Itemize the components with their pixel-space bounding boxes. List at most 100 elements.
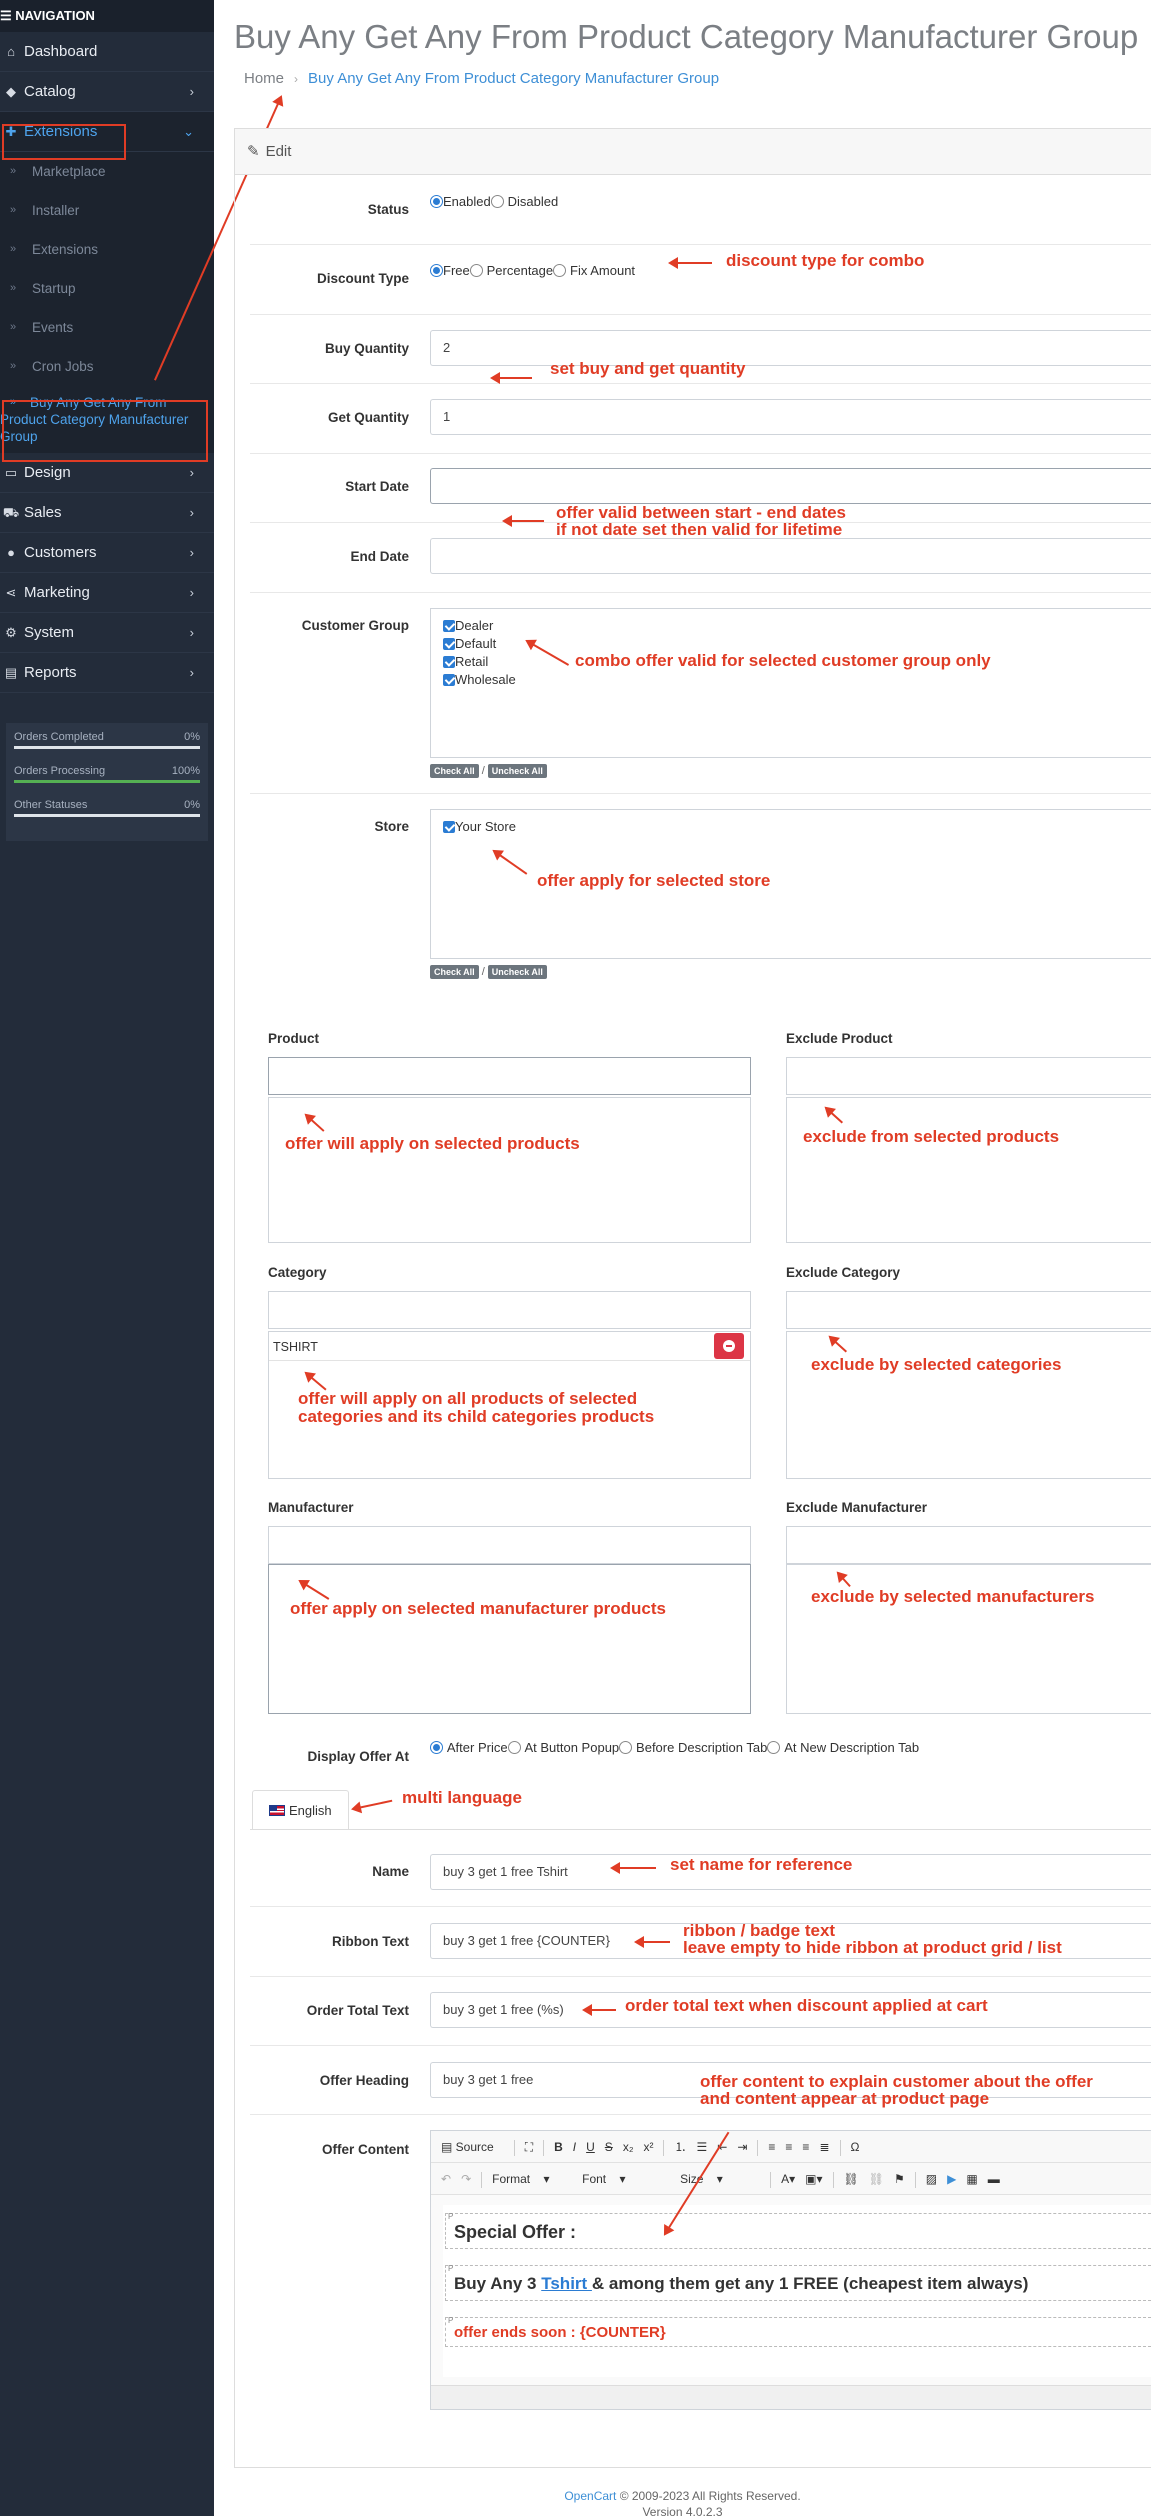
gear-icon: ⚙	[5, 625, 17, 640]
annotation: discount type for combo	[726, 251, 925, 270]
buy-quantity-input[interactable]: 2	[430, 330, 1151, 366]
product-search-input[interactable]	[268, 1057, 751, 1095]
store-your-store[interactable]: Your Store	[443, 818, 1151, 836]
sidebar-item-system[interactable]: ⚙ System ›	[0, 613, 214, 653]
status-radio-group: Enabled Disabled	[430, 193, 558, 209]
align-right-icon[interactable]: ≡	[802, 2131, 809, 2163]
video-icon[interactable]: ▶	[947, 2163, 956, 2195]
annotation: offer apply on selected manufacturer pro…	[290, 1599, 666, 1618]
hr-icon[interactable]: ▬	[988, 2163, 1000, 2195]
align-justify-icon[interactable]: ≣	[819, 2131, 829, 2163]
checkbox-checked-icon[interactable]	[443, 656, 455, 668]
status-disabled-radio[interactable]	[490, 195, 504, 208]
manufacturer-selected-list	[268, 1564, 751, 1714]
align-center-icon[interactable]: ≡	[785, 2131, 792, 2163]
display-before-desc-radio[interactable]	[619, 1741, 633, 1754]
annotation: exclude by selected categories	[811, 1355, 1062, 1374]
bg-color-icon[interactable]: ▣▾	[805, 2163, 822, 2195]
sidebar-item-reports[interactable]: ▤ Reports ›	[0, 653, 214, 693]
format-dropdown[interactable]: Format ▾	[492, 2163, 572, 2195]
customer-group-dealer[interactable]: Dealer	[443, 617, 1151, 635]
editor-body[interactable]: P Special Offer : P Buy Any 3 Tshirt & a…	[443, 2205, 1151, 2377]
font-dropdown[interactable]: Font ▾	[582, 2163, 670, 2195]
check-all-button[interactable]: Check All	[430, 764, 479, 778]
sidebar-sub-events[interactable]: » Events	[0, 308, 214, 347]
sidebar-item-customers[interactable]: ● Customers ›	[0, 533, 214, 573]
bold-icon[interactable]: B	[554, 2131, 563, 2163]
redo-icon[interactable]: ↷	[461, 2163, 471, 2195]
annotation: offer will apply on all products of sele…	[298, 1389, 638, 1408]
end-date-input[interactable]	[430, 538, 1151, 574]
start-date-label: Start Date	[345, 479, 409, 494]
exclude-category-search-input[interactable]	[786, 1291, 1151, 1329]
unlink-icon[interactable]: ⛓	[869, 2163, 884, 2195]
get-quantity-input[interactable]: 1	[430, 399, 1151, 435]
start-date-input[interactable]	[430, 468, 1151, 504]
status-enabled-radio[interactable]	[430, 195, 443, 208]
sidebar-sub-extensions[interactable]: » Extensions	[0, 230, 214, 269]
annotation: combo offer valid for selected customer …	[575, 651, 991, 670]
sidebar-sub-cron-jobs[interactable]: » Cron Jobs	[0, 347, 214, 386]
indent-icon[interactable]: ⇥	[737, 2131, 747, 2163]
source-button[interactable]: ▤ Source	[441, 2131, 504, 2163]
subscript-icon[interactable]: x₂	[623, 2131, 634, 2163]
exclude-product-selected-list	[786, 1097, 1151, 1243]
opencart-link[interactable]: OpenCart	[564, 2489, 616, 2503]
status-label: Status	[367, 202, 409, 217]
anchor-flag-icon[interactable]: ⚑	[894, 2163, 905, 2195]
checkbox-checked-icon[interactable]	[443, 638, 455, 650]
exclude-manufacturer-label: Exclude Manufacturer	[786, 1500, 928, 1515]
italic-icon[interactable]: I	[573, 2131, 576, 2163]
display-after-price-radio[interactable]	[430, 1741, 443, 1754]
discount-percentage-radio[interactable]	[469, 264, 483, 277]
exclude-category-selected-list	[786, 1331, 1151, 1479]
store-uncheck-all-button[interactable]: Uncheck All	[487, 965, 547, 979]
sidebar-item-marketing[interactable]: ⋖ Marketing ›	[0, 573, 214, 613]
text-color-icon[interactable]: A▾	[781, 2163, 795, 2195]
editor-status-bar	[431, 2385, 1151, 2409]
store-check-all-button[interactable]: Check All	[430, 965, 479, 979]
strike-icon[interactable]: S	[605, 2131, 613, 2163]
checkbox-checked-icon[interactable]	[443, 674, 455, 686]
display-offer-radio-group: After Price At Button Popup Before Descr…	[430, 1739, 919, 1755]
customer-group-wholesale[interactable]: Wholesale	[443, 671, 1151, 689]
chevron-right-icon: ›	[189, 625, 194, 640]
editor-link[interactable]: Tshirt	[541, 2274, 592, 2293]
exclude-product-search-input[interactable]	[786, 1057, 1151, 1095]
category-search-input[interactable]	[268, 1291, 751, 1329]
align-left-icon[interactable]: ≡	[768, 2131, 775, 2163]
checkbox-checked-icon[interactable]	[443, 821, 455, 833]
sidebar-item-sales[interactable]: ⛟ Sales ›	[0, 493, 214, 533]
remove-circle-icon[interactable]	[714, 1333, 744, 1359]
exclude-manufacturer-search-input[interactable]	[786, 1526, 1151, 1564]
sidebar-item-catalog[interactable]: ◆ Catalog ›	[0, 72, 214, 112]
underline-icon[interactable]: U	[586, 2131, 595, 2163]
display-new-desc-radio[interactable]	[767, 1741, 781, 1754]
sidebar-sub-startup[interactable]: » Startup	[0, 269, 214, 308]
sidebar-item-dashboard[interactable]: ⌂ Dashboard	[0, 32, 214, 72]
chart-icon: ▤	[4, 665, 18, 680]
uncheck-all-button[interactable]: Uncheck All	[487, 764, 547, 778]
sidebar-sub-installer[interactable]: » Installer	[0, 191, 214, 230]
breadcrumb-home[interactable]: Home	[244, 70, 284, 87]
annotation: exclude from selected products	[803, 1127, 1060, 1146]
breadcrumb-current[interactable]: Buy Any Get Any From Product Category Ma…	[308, 70, 719, 87]
manufacturer-search-input[interactable]	[268, 1526, 751, 1564]
undo-icon[interactable]: ↶	[441, 2163, 451, 2195]
superscript-icon[interactable]: x²	[643, 2131, 653, 2163]
discount-fix-radio[interactable]	[553, 264, 567, 277]
display-button-popup-radio[interactable]	[507, 1741, 521, 1754]
tab-english[interactable]: English	[252, 1790, 349, 1830]
special-char-icon[interactable]: Ω	[851, 2131, 860, 2163]
image-icon[interactable]: ▨	[926, 2163, 937, 2195]
maximize-icon[interactable]: ⛶	[525, 2131, 533, 2163]
ribbon-text-label: Ribbon Text	[332, 1934, 409, 1949]
bullet-list-icon[interactable]: ☰	[697, 2131, 708, 2163]
annotation: offer will apply on selected products	[285, 1134, 580, 1153]
numbered-list-icon[interactable]: ⒈	[674, 2131, 686, 2163]
chevron-right-icon: ›	[189, 84, 194, 99]
table-icon[interactable]: ▦	[966, 2163, 977, 2195]
link-icon[interactable]: ⛓	[844, 2163, 859, 2195]
discount-free-radio[interactable]	[430, 264, 443, 277]
checkbox-checked-icon[interactable]	[443, 620, 455, 632]
